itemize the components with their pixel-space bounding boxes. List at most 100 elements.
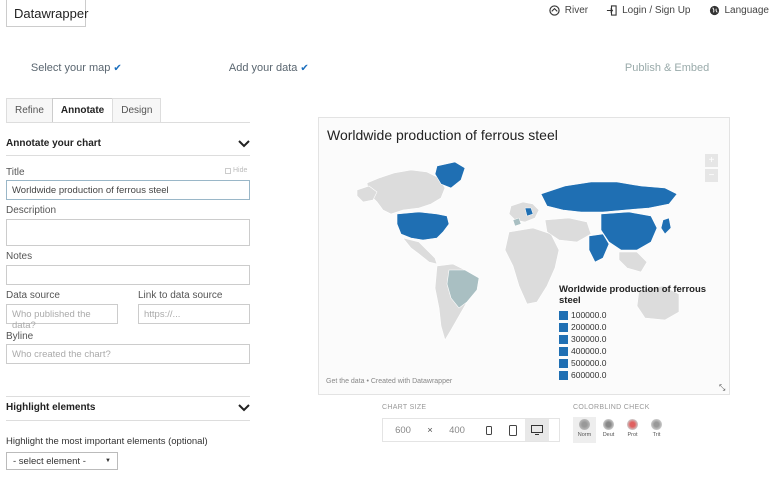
tab-refine[interactable]: Refine [6, 98, 53, 122]
step-select-map[interactable]: 1 Select your map ✔ [6, 52, 186, 84]
hide-title-toggle[interactable]: Hide [225, 167, 247, 174]
phone-size-button[interactable] [477, 419, 501, 441]
highlight-select-value: - select element - [13, 455, 86, 467]
title-input[interactable]: Worldwide production of ferrous steel [6, 180, 250, 200]
river-link[interactable]: River [549, 5, 588, 16]
colorblind-prot-button[interactable]: Prot [621, 417, 644, 443]
checkbox-icon [225, 167, 231, 174]
colorblind-deut-button[interactable]: Deut [597, 417, 620, 443]
description-label: Description [6, 205, 57, 216]
map-region-usa [396, 211, 450, 241]
map-region-se-asia [618, 251, 648, 273]
mode-label: Trit [652, 432, 661, 438]
globe-icon [709, 5, 719, 16]
byline-input[interactable]: Who created the chart? [6, 344, 250, 364]
mode-label: Deut [602, 432, 615, 438]
step-number: 3 [412, 59, 421, 76]
palette-icon [579, 419, 590, 430]
section-divider [6, 420, 250, 421]
legend-swatch [559, 370, 568, 380]
notes-label: Notes [6, 251, 33, 262]
colorblind-modes: Norm Deut Prot Trit [573, 417, 668, 443]
map-region-india [588, 233, 610, 263]
step-label: Add your data [228, 62, 298, 74]
section-divider [6, 155, 250, 156]
map-region-mexico [402, 237, 438, 265]
desktop-size-button[interactable] [525, 419, 549, 441]
colorblind-trit-button[interactable]: Trit [645, 417, 668, 443]
chart-footer[interactable]: Get the data • Created with Datawrapper [326, 378, 452, 385]
source-label: Data source [6, 290, 60, 301]
source-input[interactable]: Who published the data? [6, 304, 118, 331]
legend-label: 300000.0 [571, 334, 607, 344]
legend-swatch [559, 310, 568, 320]
language-label: Language [724, 5, 770, 16]
legend-swatch [559, 322, 568, 332]
map-region-canada [366, 169, 446, 215]
palette-icon [651, 419, 662, 430]
step-label: Publish & Embed [624, 62, 710, 74]
progress-steps: 1 Select your map ✔ 2 Add your data ✔ 3 … [6, 52, 777, 84]
language-link[interactable]: Language [709, 5, 770, 16]
size-separator: × [427, 424, 433, 436]
tablet-size-button[interactable] [501, 419, 525, 441]
chart-width-input[interactable]: 600 [383, 425, 423, 436]
legend-item: 100000.0 [559, 309, 729, 321]
legend-swatch [559, 346, 568, 356]
map-region-europe [508, 201, 540, 223]
map-region-china [600, 211, 658, 251]
legend-label: 600000.0 [571, 370, 607, 380]
legend-label: 200000.0 [571, 322, 607, 332]
byline-label: Byline [6, 331, 34, 342]
legend-label: 100000.0 [571, 310, 607, 320]
notes-input[interactable] [6, 265, 250, 285]
colorblind-norm-button[interactable]: Norm [573, 417, 596, 443]
phone-icon [486, 425, 492, 435]
login-label: Login / Sign Up [622, 5, 691, 16]
chevron-down-icon [238, 403, 250, 411]
link-input[interactable]: https://... [138, 304, 250, 324]
hide-label: Hide [233, 167, 248, 174]
sidebar-tabs: Refine Annotate Design [6, 98, 162, 123]
link-label: Link to data source [138, 290, 223, 301]
legend-swatch [559, 334, 568, 344]
chart-title: Worldwide production of ferrous steel [327, 127, 558, 143]
tab-design[interactable]: Design [112, 98, 162, 122]
step-label: Visualize [426, 62, 474, 74]
highlight-section-header[interactable]: Highlight elements [6, 402, 250, 413]
tab-annotate[interactable]: Annotate [51, 98, 114, 123]
step-number: 1 [16, 59, 25, 76]
login-icon [607, 5, 617, 16]
check-icon: ✔ [300, 62, 309, 74]
highlight-label: Highlight the most important elements (o… [6, 436, 208, 447]
title-label: Title [6, 167, 25, 178]
step-visualize[interactable]: 3 Visualize [402, 52, 582, 84]
legend-item: 600000.0 [559, 369, 729, 381]
annotate-heading: Annotate your chart [6, 138, 102, 149]
chart-preview: Worldwide production of ferrous steel + … [318, 117, 730, 395]
section-divider [6, 396, 250, 397]
chart-height-input[interactable]: 400 [437, 425, 477, 436]
datawrapper-logo[interactable]: Datawrapper [6, 0, 88, 27]
top-nav: River Login / Sign Up Language [549, 5, 769, 16]
legend-swatch [559, 358, 568, 368]
legend-label: 400000.0 [571, 346, 607, 356]
map-region-russia [540, 181, 678, 213]
highlight-select[interactable]: - select element - ▼ [6, 452, 118, 470]
highlight-heading: Highlight elements [6, 402, 96, 413]
palette-icon [627, 419, 638, 430]
step-publish[interactable]: 4 Publish & Embed [600, 52, 777, 84]
annotate-section-header[interactable]: Annotate your chart [6, 138, 250, 149]
check-icon: ✔ [113, 62, 122, 74]
tablet-icon [509, 424, 517, 436]
login-link[interactable]: Login / Sign Up [606, 5, 691, 16]
step-number: 4 [610, 59, 619, 76]
caret-down-icon: ▼ [105, 458, 111, 464]
map-legend: Worldwide production of ferrous steel 10… [559, 284, 729, 381]
chevron-down-icon [238, 139, 250, 147]
tab-divider [6, 122, 250, 123]
resize-handle-icon[interactable]: ⤡ [719, 383, 725, 393]
description-textarea[interactable] [6, 219, 250, 246]
desktop-icon [531, 425, 543, 435]
step-add-data[interactable]: 2 Add your data ✔ [204, 52, 384, 84]
